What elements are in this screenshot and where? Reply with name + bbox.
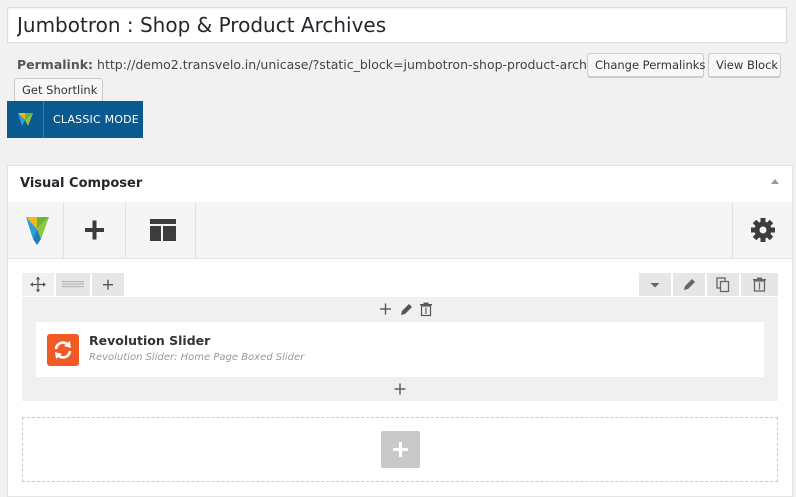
move-row-button[interactable]: [22, 273, 54, 296]
trash-icon[interactable]: [420, 302, 432, 317]
row-layout-button[interactable]: [56, 273, 90, 296]
panel-title: Visual Composer: [20, 176, 143, 191]
permalink-row: Permalink: http://demo2.transvelo.in/uni…: [17, 58, 612, 72]
pencil-icon: [684, 279, 695, 290]
vc-logo-button[interactable]: [8, 202, 64, 258]
add-element-icon[interactable]: [380, 303, 391, 315]
get-shortlink-button[interactable]: Get Shortlink: [14, 78, 103, 102]
edit-row-button[interactable]: [673, 273, 705, 296]
plus-icon: [103, 279, 113, 290]
move-arrows-icon: [30, 276, 46, 293]
revolution-slider-icon: [47, 334, 79, 366]
add-column-button[interactable]: [92, 273, 124, 296]
element-title: Revolution Slider: [89, 333, 211, 348]
panel-header[interactable]: Visual Composer: [8, 166, 792, 203]
vc-logo-icon: [7, 101, 44, 138]
element-subtitle: Revolution Slider: Home Page Boxed Slide…: [89, 352, 305, 363]
chevron-down-icon: [650, 283, 660, 288]
classic-mode-button[interactable]: CLASSIC MODE: [7, 101, 143, 138]
composer-toolbar: [8, 202, 792, 259]
add-element-button[interactable]: [381, 431, 420, 468]
trash-icon: [753, 277, 766, 292]
post-title-input[interactable]: [7, 7, 787, 43]
copy-icon: [716, 277, 730, 293]
settings-button[interactable]: [732, 202, 792, 258]
collapse-arrow-icon[interactable]: [771, 179, 779, 184]
plus-icon: [394, 383, 406, 395]
permalink-url[interactable]: http://demo2.transvelo.in/unicase/?stati…: [97, 57, 612, 72]
templates-icon: [150, 219, 176, 241]
row-column: Revolution Slider Revolution Slider: Hom…: [22, 297, 778, 401]
clone-row-button[interactable]: [707, 273, 739, 296]
plus-icon: [393, 442, 408, 457]
permalink-label: Permalink:: [17, 57, 94, 72]
view-block-button[interactable]: View Block: [708, 53, 781, 77]
visual-composer-panel: Visual Composer Revolution Slider Revolu…: [7, 165, 793, 497]
composer-row: Revolution Slider Revolution Slider: Hom…: [22, 273, 778, 401]
add-element-dropzone[interactable]: [22, 417, 778, 482]
plus-icon: [85, 220, 104, 240]
gear-icon: [751, 218, 775, 242]
pencil-icon[interactable]: [401, 304, 412, 315]
templates-button[interactable]: [126, 202, 196, 258]
change-permalinks-button[interactable]: Change Permalinks: [587, 53, 705, 77]
vc-logo-icon: [26, 217, 49, 245]
toggle-row-button[interactable]: [639, 273, 671, 296]
row-controls: [22, 273, 778, 297]
column-add-element-button[interactable]: [392, 381, 408, 401]
revolution-slider-element[interactable]: Revolution Slider Revolution Slider: Hom…: [36, 322, 764, 377]
delete-row-button[interactable]: [741, 273, 778, 296]
add-element-button[interactable]: [64, 202, 126, 258]
classic-mode-label: CLASSIC MODE: [53, 113, 139, 126]
column-controls: [364, 300, 434, 322]
row-layout-icon: [62, 281, 84, 288]
